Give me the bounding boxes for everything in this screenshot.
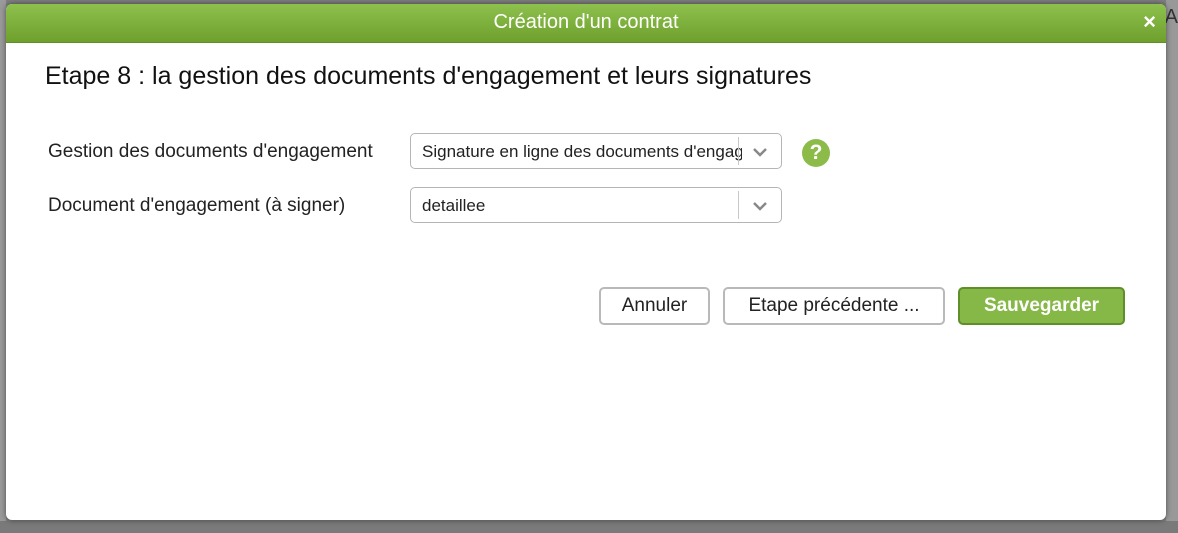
close-icon[interactable]: × xyxy=(1143,4,1156,40)
select-divider xyxy=(738,191,739,219)
chevron-down-icon[interactable] xyxy=(752,198,768,214)
cancel-button[interactable]: Annuler xyxy=(599,287,710,325)
step-title: Etape 8 : la gestion des documents d'eng… xyxy=(45,62,812,90)
select-divider xyxy=(738,137,739,165)
engagement-document-select[interactable]: detaillee xyxy=(410,187,782,223)
chevron-down-icon[interactable] xyxy=(752,144,768,160)
background-bottom-strip xyxy=(0,521,1178,533)
document-management-select[interactable]: Signature en ligne des documents d'engag… xyxy=(410,133,782,169)
background-right-strip xyxy=(1166,0,1178,533)
field-label-document-management: Gestion des documents d'engagement xyxy=(48,141,373,162)
engagement-document-value: detaillee xyxy=(422,196,486,215)
field-label-engagement-document: Document d'engagement (à signer) xyxy=(48,195,346,216)
document-management-value: Signature en ligne des documents d'engag… xyxy=(422,142,742,161)
contract-creation-dialog: Création d'un contrat × Etape 8 : la ges… xyxy=(6,4,1166,520)
save-button[interactable]: Sauvegarder xyxy=(958,287,1125,325)
background-right-text: A xyxy=(1164,6,1178,28)
dialog-title: Création d'un contrat xyxy=(493,11,679,33)
dialog-titlebar: Création d'un contrat × xyxy=(6,4,1166,43)
previous-step-button[interactable]: Etape précédente ... xyxy=(723,287,945,325)
help-icon[interactable]: ? xyxy=(802,139,830,167)
